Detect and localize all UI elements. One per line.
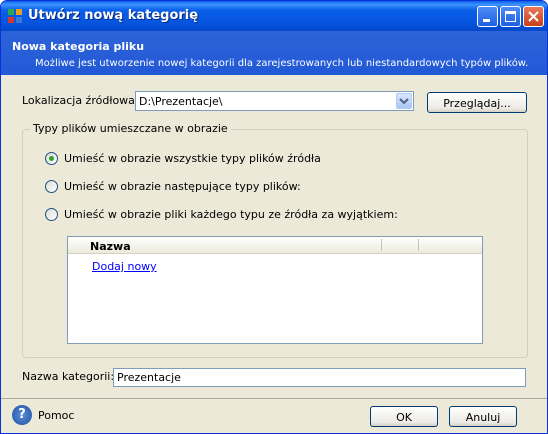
help-icon[interactable]: ? [12, 405, 32, 425]
file-types-group-title: Typy plików umieszczane w obrazie [30, 122, 231, 135]
column-separator [381, 239, 382, 251]
dropdown-button[interactable] [396, 93, 412, 109]
title-bar[interactable]: Utwórz nową kategorię [1, 1, 547, 31]
source-location-combobox[interactable]: D:\Prezentacje\ [135, 91, 414, 111]
file-types-list[interactable]: Nazwa Dodaj nowy [67, 236, 483, 344]
maximize-icon [505, 11, 516, 22]
close-button[interactable] [523, 6, 544, 27]
add-new-link[interactable]: Dodaj nowy [92, 260, 157, 273]
radio-following-types[interactable] [45, 180, 58, 193]
category-name-label: Nazwa kategorii: [22, 370, 115, 383]
column-header-name[interactable]: Nazwa [90, 240, 131, 253]
radio-except-types-label[interactable]: Umieść w obrazie pliki każdego typu ze ź… [64, 208, 398, 221]
header-panel: Nowa kategoria pliku Możliwe jest utworz… [1, 31, 547, 75]
maximize-button[interactable] [500, 6, 521, 27]
cancel-button[interactable]: Anuluj [449, 406, 517, 427]
browse-button-label: Przeglądaj... [443, 97, 511, 110]
minimize-button[interactable] [477, 6, 498, 27]
category-name-field[interactable] [113, 368, 526, 387]
radio-following-types-label[interactable]: Umieść w obrazie następujące typy plików… [64, 180, 301, 193]
app-icon [8, 9, 22, 23]
source-location-value: D:\Prezentacje\ [139, 95, 223, 108]
cancel-button-label: Anuluj [465, 411, 501, 424]
radio-except-types[interactable] [45, 208, 58, 221]
minimize-icon [483, 19, 490, 22]
chevron-down-icon [399, 98, 409, 105]
ok-button-label: OK [396, 411, 412, 424]
radio-all-types-label[interactable]: Umieść w obrazie wszystkie typy plików ź… [64, 152, 321, 165]
source-location-label: Lokalizacja źródłowa: [22, 94, 139, 107]
window-title: Utwórz nową kategorię [28, 8, 199, 23]
category-name-input[interactable] [114, 369, 525, 386]
dialog-window: Utwórz nową kategorię Nowa kategoria pli… [0, 0, 548, 434]
list-header: Nazwa [68, 237, 482, 254]
column-separator [418, 239, 419, 251]
close-icon [528, 11, 539, 22]
header-description: Możliwe jest utworzenie nowej kategorii … [35, 58, 529, 69]
browse-button[interactable]: Przeglądaj... [427, 92, 527, 113]
ok-button[interactable]: OK [370, 406, 438, 427]
header-title: Nowa kategoria pliku [12, 40, 145, 53]
help-label[interactable]: Pomoc [38, 409, 74, 422]
radio-all-types[interactable] [45, 152, 58, 165]
footer-divider [1, 398, 547, 399]
